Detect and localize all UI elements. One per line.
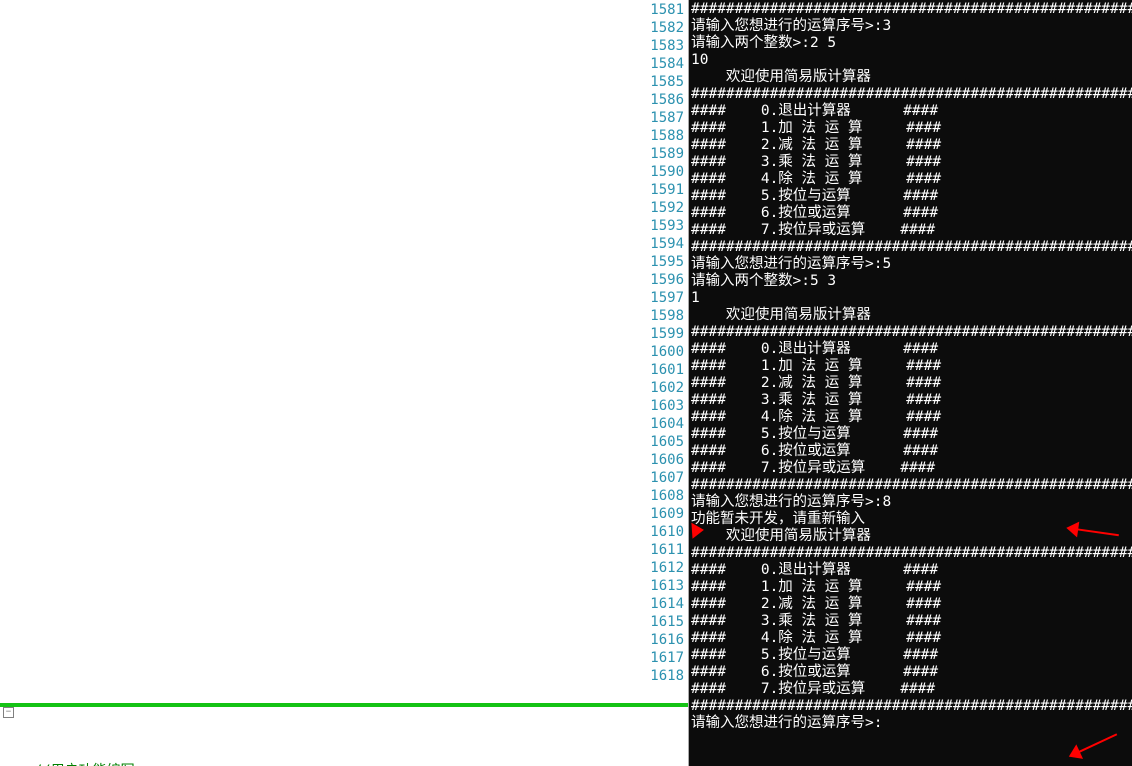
annotation-arrow-right-1 [1066, 524, 1127, 540]
terminal-text: ########################################… [691, 1, 1132, 731]
code-editor[interactable]: 1581158215831584158515861587158815891590… [0, 0, 689, 766]
terminal-output[interactable]: ########################################… [689, 0, 1132, 766]
line-number-gutter: 1581158215831584158515861587158815891590… [0, 0, 688, 685]
code-text: //用户功能编写 int main() { int input = 0; int… [0, 762, 688, 766]
annotation-arrow-right-2 [1067, 728, 1125, 761]
app-root: 1581158215831584158515861587158815891590… [0, 0, 1132, 766]
fold-gutter[interactable]: −−−−− [0, 685, 688, 703]
code-area[interactable]: //用户功能编写 int main() { int input = 0; int… [0, 707, 688, 766]
